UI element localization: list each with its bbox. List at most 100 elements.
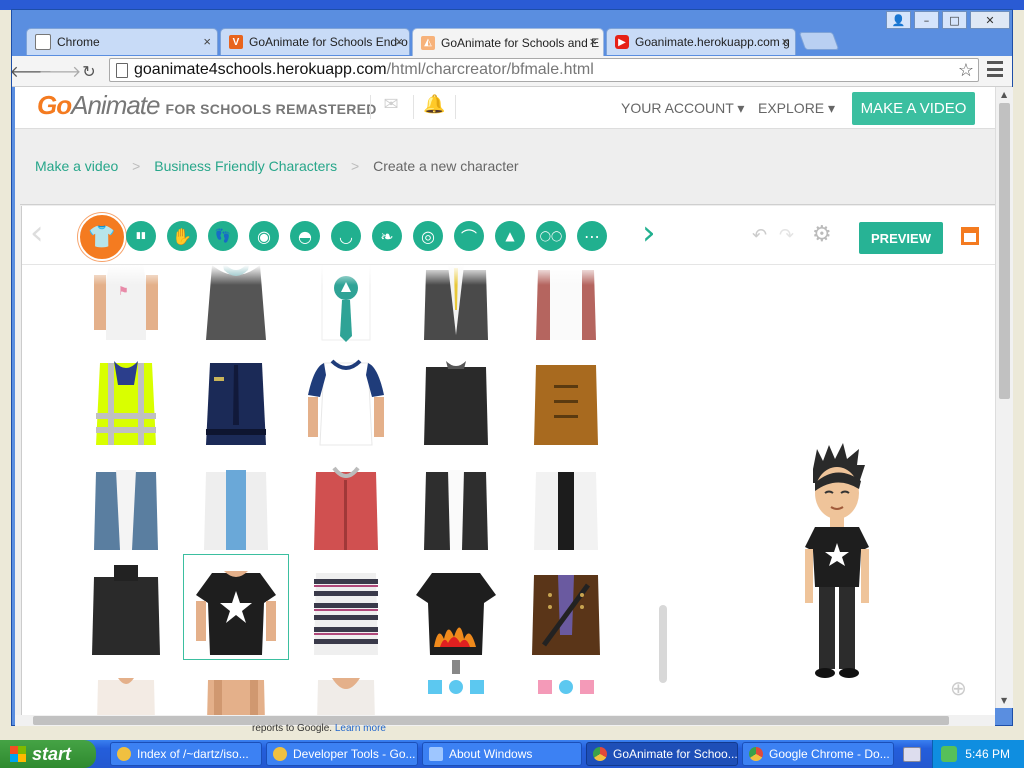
close-tab-icon[interactable]: × (589, 34, 597, 49)
category-ears-icon[interactable]: ❧ (372, 221, 402, 251)
category-nose-icon[interactable]: ▲ (495, 221, 525, 251)
category-face-icon[interactable]: ◉ (249, 221, 279, 251)
clock: 5:46 PM (965, 747, 1010, 761)
forward-icon[interactable]: 🡒 (39, 60, 82, 82)
tab-label: Chrome (57, 35, 100, 49)
category-upper-body-icon[interactable]: 👕 (78, 213, 126, 261)
taskbar-item-about-windows[interactable]: About Windows (422, 742, 582, 766)
task-label: About Windows (449, 747, 533, 761)
svg-text:⚑: ⚑ (118, 284, 129, 298)
breadcrumb-make-video[interactable]: Make a video (35, 158, 118, 174)
breadcrumb-separator: > (351, 158, 360, 174)
scroll-up-arrow-icon[interactable]: ▲ (1001, 90, 1007, 99)
clothing-item-brown-duffle-coat[interactable] (514, 345, 618, 449)
tab-chrome[interactable]: Chrome × (26, 28, 218, 55)
user-icon[interactable]: 👤 (886, 11, 911, 29)
clothing-item-hi-vis-vest[interactable] (74, 345, 178, 449)
clothing-item-brown-steampunk-coat[interactable] (514, 555, 618, 659)
clothing-item-white-jacket-blue-shirt[interactable] (184, 450, 288, 554)
header-divider (413, 95, 414, 119)
reload-icon[interactable]: ↻ (78, 60, 100, 82)
clothing-item-row5-1[interactable] (74, 660, 178, 715)
clothing-item-red-hoodie[interactable] (294, 450, 398, 554)
task-label: GoAnimate for Schoo... (613, 747, 738, 761)
taskbar-item-goanimate[interactable]: GoAnimate for Schoo... (586, 742, 738, 766)
start-button[interactable]: start (0, 740, 96, 768)
category-eyes-icon[interactable]: ◎ (413, 221, 443, 251)
clothing-item-row5-2[interactable] (184, 660, 288, 715)
messages-icon[interactable]: ✉ (380, 94, 402, 116)
app-icon (273, 747, 287, 761)
close-tab-icon[interactable]: × (781, 34, 789, 49)
clothing-item-blue-open-blazer[interactable] (74, 450, 178, 554)
category-glasses-icon[interactable]: ◯◯ (536, 221, 566, 251)
save-icon[interactable] (961, 227, 979, 245)
page-vertical-scrollbar[interactable]: ▲ ▼ (995, 87, 1013, 708)
preview-button[interactable]: PREVIEW (859, 222, 943, 254)
settings-gear-icon[interactable]: ⚙ (812, 222, 832, 247)
notifications-bell-icon[interactable]: 🔔 (423, 94, 445, 116)
clothing-item-black-turtleneck[interactable] (74, 555, 178, 659)
minimize-button[interactable]: – (914, 11, 939, 29)
category-hair-icon[interactable]: ◓ (290, 221, 320, 251)
taskbar-item-index[interactable]: Index of /~dartz/iso... (110, 742, 262, 766)
explore-menu[interactable]: EXPLORE ▾ (758, 100, 835, 117)
tab-goanimate-end[interactable]: V GoAnimate for Schools End-o × (220, 28, 410, 55)
logo-go: Go (37, 90, 72, 120)
category-mouth-icon[interactable]: ◡ (331, 221, 361, 251)
category-next-arrow-icon[interactable]: › (642, 216, 656, 250)
tab-label: GoAnimate for Schools and E (441, 35, 600, 50)
scrollbar-thumb[interactable] (33, 716, 949, 725)
your-account-menu[interactable]: YOUR ACCOUNT ▾ (621, 100, 744, 117)
category-hands-icon[interactable]: ✋ (167, 221, 197, 251)
category-shoes-icon[interactable]: 👣 (208, 221, 238, 251)
v-icon: V (229, 35, 243, 49)
close-tab-icon[interactable]: × (395, 34, 403, 49)
breadcrumb-business-friendly[interactable]: Business Friendly Characters (154, 158, 337, 174)
network-icon[interactable] (941, 746, 957, 762)
clothing-item-black-star-tshirt[interactable] (183, 554, 289, 660)
taskbar-item-google-chrome[interactable]: Google Chrome - Do... (742, 742, 894, 766)
new-tab-button[interactable] (798, 32, 840, 50)
clothing-item-black-jacket[interactable] (404, 345, 508, 449)
address-bar[interactable]: goanimate4schools.herokuapp.com/html/cha… (109, 58, 979, 82)
tab-herokuapp-youtube[interactable]: ▶ Goanimate.herokuapp.com g × (606, 28, 796, 55)
clothing-item-row5-5[interactable] (514, 660, 618, 715)
keyboard-icon[interactable] (903, 747, 921, 762)
scroll-down-arrow-icon[interactable]: ▼ (1001, 696, 1007, 705)
youtube-icon: ▶ (615, 35, 629, 49)
scrollbar-thumb[interactable] (999, 103, 1010, 399)
page-horizontal-scrollbar[interactable] (15, 715, 995, 726)
category-prev-arrow-icon[interactable]: ‹ (30, 216, 44, 250)
browser-toolbar: 🡐 🡒 ↻ goanimate4schools.herokuapp.com/ht… (10, 56, 1012, 87)
goanimate-logo[interactable]: GoAnimate FOR SCHOOLS REMASTERED (37, 90, 377, 121)
maximize-button[interactable]: □ (942, 11, 967, 29)
tab-goanimate-active[interactable]: ◭ GoAnimate for Schools and E × (412, 28, 604, 56)
redo-icon[interactable]: ↷ (779, 225, 794, 246)
page-viewport: GoAnimate FOR SCHOOLS REMASTERED ✉ 🔔 YOUR… (15, 87, 995, 715)
goanimate-icon: ◭ (421, 35, 435, 50)
breadcrumb-current: Create a new character (373, 158, 519, 174)
category-facial-hair-icon[interactable]: ⋯ (577, 221, 607, 251)
clothing-item-row5-4[interactable] (404, 660, 508, 715)
start-label: start (32, 743, 72, 764)
close-tab-icon[interactable]: × (203, 34, 211, 49)
clothing-item-black-blazer-white-shirt[interactable] (404, 450, 508, 554)
clothing-item-black-flame-tshirt[interactable] (404, 555, 508, 659)
clothing-item-row5-3[interactable] (294, 660, 398, 715)
chrome-menu-icon[interactable] (987, 61, 1003, 77)
clothing-item-white-jacket-black-shirt[interactable] (514, 450, 618, 554)
category-eyebrows-icon[interactable]: ⌒ (454, 221, 484, 251)
zoom-in-icon[interactable]: ⊕ (950, 676, 967, 700)
close-window-button[interactable]: ✕ (970, 11, 1010, 29)
clothing-item-police-uniform[interactable] (184, 345, 288, 449)
bookmark-star-icon[interactable]: ☆ (958, 59, 974, 81)
grid-scrollbar[interactable] (659, 605, 667, 683)
taskbar-item-devtools[interactable]: Developer Tools - Go... (266, 742, 418, 766)
clothing-item-striped-sweater[interactable] (294, 555, 398, 659)
clothing-item-white-raglan-tee[interactable] (294, 345, 398, 449)
category-lower-body-icon[interactable]: ▮▮ (126, 221, 156, 251)
make-a-video-button[interactable]: MAKE A VIDEO (852, 92, 975, 125)
learn-more-link[interactable]: Learn more (335, 723, 386, 734)
undo-icon[interactable]: ↶ (752, 225, 767, 246)
